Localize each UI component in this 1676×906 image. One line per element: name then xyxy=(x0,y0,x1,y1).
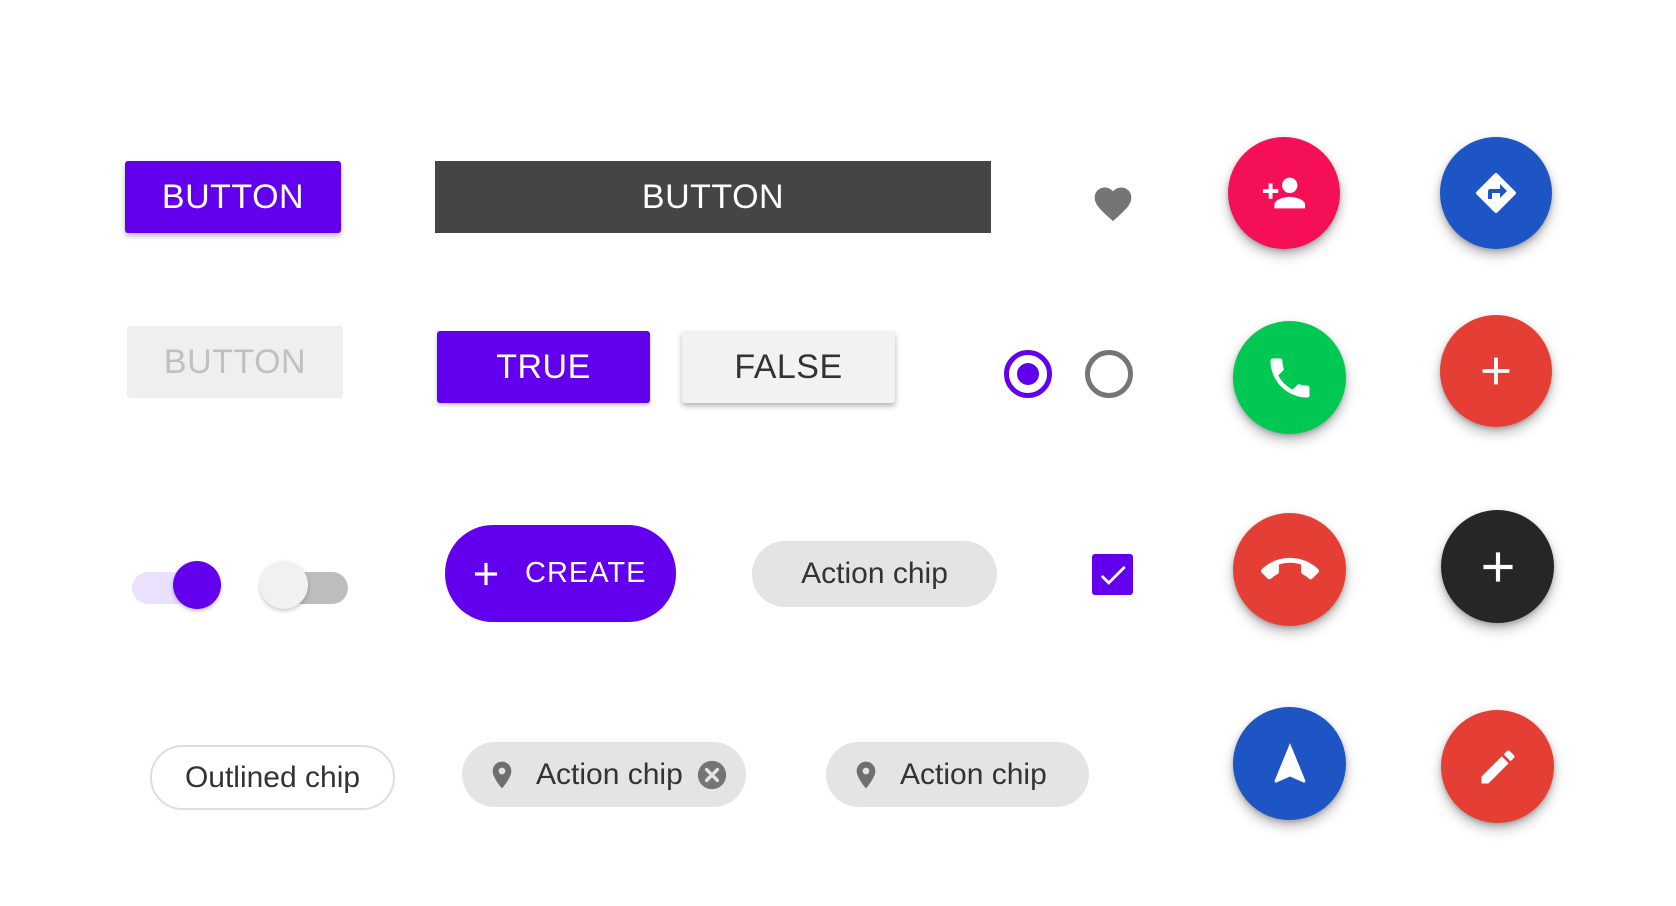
switch-off[interactable] xyxy=(260,561,348,609)
navigation-icon xyxy=(1273,742,1306,783)
disabled-button: BUTTON xyxy=(127,326,343,398)
contained-button-label: BUTTON xyxy=(161,177,305,216)
plus-icon xyxy=(1482,357,1510,385)
location-pin-icon xyxy=(492,761,512,788)
disabled-button-label: BUTTON xyxy=(163,342,307,381)
checkbox-checked[interactable] xyxy=(1092,554,1133,595)
pencil-icon xyxy=(1481,749,1515,783)
plus-icon xyxy=(1482,551,1513,582)
radio-selected-dot xyxy=(1017,363,1039,385)
phone-icon xyxy=(1270,358,1309,397)
radio-unselected[interactable] xyxy=(1085,350,1133,398)
wide-dark-button[interactable]: BUTTON xyxy=(435,161,991,233)
action-chip[interactable]: Action chip xyxy=(752,541,997,607)
icon-chip[interactable]: Action chip xyxy=(826,742,1089,807)
navigation-fab[interactable] xyxy=(1233,707,1346,820)
input-chip-label: Action chip xyxy=(536,757,683,791)
call-end-icon xyxy=(1260,557,1319,579)
outlined-chip[interactable]: Outlined chip xyxy=(150,745,395,810)
outlined-chip-label: Outlined chip xyxy=(184,760,361,794)
switch-on-thumb xyxy=(173,561,221,609)
directions-icon xyxy=(1476,172,1517,213)
create-extended-fab[interactable]: CREATE xyxy=(445,525,676,622)
end-call-fab[interactable] xyxy=(1233,513,1346,626)
add-red-fab[interactable] xyxy=(1440,315,1552,427)
toggle-false-label: FALSE xyxy=(734,347,843,386)
toggle-true-label: TRUE xyxy=(496,347,591,386)
create-label: CREATE xyxy=(525,557,647,589)
contained-button[interactable]: BUTTON xyxy=(125,161,341,233)
action-chip-label: Action chip xyxy=(801,557,948,590)
location-pin-icon xyxy=(856,761,876,788)
switch-on[interactable] xyxy=(132,561,221,609)
toggle-true-button[interactable]: TRUE xyxy=(437,331,650,403)
toggle-false-button[interactable]: FALSE xyxy=(682,331,895,403)
add-person-fab[interactable] xyxy=(1228,137,1340,249)
heart-icon xyxy=(1094,187,1132,222)
check-icon xyxy=(1100,565,1126,585)
input-chip[interactable]: Action chip xyxy=(462,742,746,807)
person-add-icon xyxy=(1262,177,1306,209)
icon-chip-label: Action chip xyxy=(900,757,1047,791)
switch-off-thumb xyxy=(260,561,308,609)
add-dark-fab[interactable] xyxy=(1441,510,1554,623)
favorite-toggle[interactable] xyxy=(1090,182,1136,226)
wide-dark-button-label: BUTTON xyxy=(641,177,785,216)
plus-icon xyxy=(474,562,498,585)
radio-selected[interactable] xyxy=(1004,350,1052,398)
edit-fab[interactable] xyxy=(1441,710,1554,823)
cancel-icon[interactable] xyxy=(695,758,729,792)
call-fab[interactable] xyxy=(1233,321,1346,434)
directions-fab[interactable] xyxy=(1440,137,1552,249)
